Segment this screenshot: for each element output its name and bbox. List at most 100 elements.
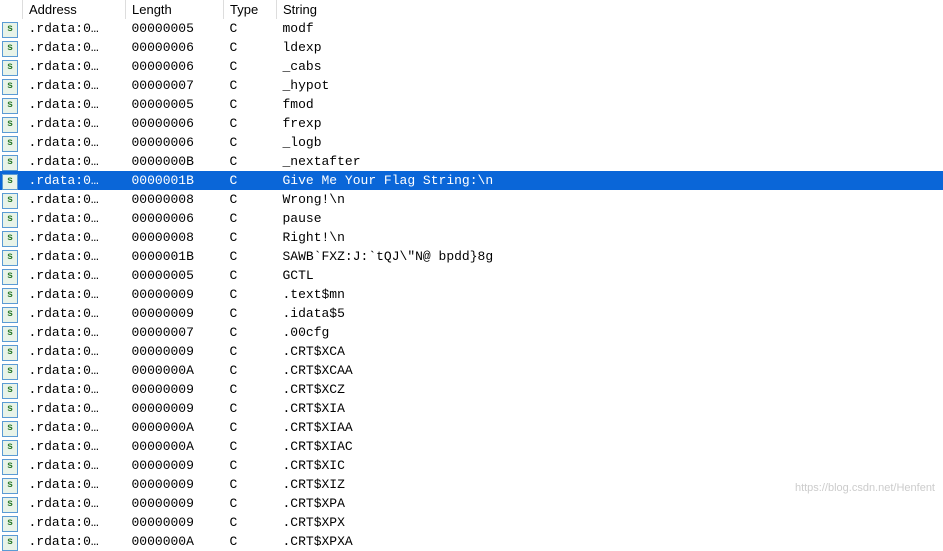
table-row[interactable]: s.rdata:0…00000007C.00cfg xyxy=(0,323,943,342)
cell-string: ldexp xyxy=(277,38,943,57)
string-icon: s xyxy=(2,535,18,551)
cell-type: C xyxy=(224,133,277,152)
cell-length: 00000006 xyxy=(126,57,224,76)
string-icon: s xyxy=(2,364,18,380)
table-row[interactable]: s.rdata:0…00000006C_cabs xyxy=(0,57,943,76)
row-icon-cell: s xyxy=(0,418,23,437)
cell-address: .rdata:0… xyxy=(23,266,126,285)
table-row[interactable]: s.rdata:0…0000000BC_nextafter xyxy=(0,152,943,171)
cell-type: C xyxy=(224,114,277,133)
string-icon: s xyxy=(2,174,18,190)
cell-address: .rdata:0… xyxy=(23,152,126,171)
cell-type: C xyxy=(224,95,277,114)
cell-string: .CRT$XIZ xyxy=(277,475,943,494)
header-length[interactable]: Length xyxy=(126,0,224,19)
cell-type: C xyxy=(224,532,277,551)
cell-address: .rdata:0… xyxy=(23,456,126,475)
row-icon-cell: s xyxy=(0,190,23,209)
table-row[interactable]: s.rdata:0…0000001BCSAWB`FXZ:J:`tQJ\"N@ b… xyxy=(0,247,943,266)
table-row[interactable]: s.rdata:0…0000001BCGive Me Your Flag Str… xyxy=(0,171,943,190)
cell-string: _nextafter xyxy=(277,152,943,171)
table-row[interactable]: s.rdata:0…00000009C.CRT$XIC xyxy=(0,456,943,475)
cell-length: 00000009 xyxy=(126,304,224,323)
cell-length: 00000007 xyxy=(126,323,224,342)
header-address[interactable]: Address xyxy=(23,0,126,19)
cell-address: .rdata:0… xyxy=(23,342,126,361)
cell-length: 00000005 xyxy=(126,266,224,285)
cell-address: .rdata:0… xyxy=(23,190,126,209)
table-row[interactable]: s.rdata:0…00000008CWrong!\n xyxy=(0,190,943,209)
cell-address: .rdata:0… xyxy=(23,475,126,494)
cell-type: C xyxy=(224,456,277,475)
row-icon-cell: s xyxy=(0,304,23,323)
row-icon-cell: s xyxy=(0,342,23,361)
row-icon-cell: s xyxy=(0,513,23,532)
string-icon: s xyxy=(2,383,18,399)
cell-address: .rdata:0… xyxy=(23,494,126,513)
table-row[interactable]: s.rdata:0…0000000AC.CRT$XIAC xyxy=(0,437,943,456)
cell-length: 00000005 xyxy=(126,19,224,38)
table-row[interactable]: s.rdata:0…0000000AC.CRT$XIAA xyxy=(0,418,943,437)
table-row[interactable]: s.rdata:0…00000008CRight!\n xyxy=(0,228,943,247)
cell-length: 00000008 xyxy=(126,228,224,247)
string-icon: s xyxy=(2,497,18,513)
table-row[interactable]: s.rdata:0…00000009C.CRT$XIA xyxy=(0,399,943,418)
cell-address: .rdata:0… xyxy=(23,95,126,114)
table-row[interactable]: s.rdata:0…00000009C.CRT$XCA xyxy=(0,342,943,361)
table-row[interactable]: s.rdata:0…00000006C_logb xyxy=(0,133,943,152)
cell-type: C xyxy=(224,361,277,380)
header-string[interactable]: String xyxy=(277,0,943,19)
cell-address: .rdata:0… xyxy=(23,285,126,304)
string-icon: s xyxy=(2,212,18,228)
table-row[interactable]: s .rdata:0…00000009C.CRT$XPA xyxy=(0,494,943,513)
string-icon: s xyxy=(2,326,18,342)
cell-type: C xyxy=(224,171,277,190)
string-icon: s xyxy=(2,402,18,418)
row-icon-cell: s xyxy=(0,95,23,114)
cell-string: pause xyxy=(277,209,943,228)
table-row[interactable]: s.rdata:0…00000005CGCTL xyxy=(0,266,943,285)
table-row[interactable]: s.rdata:0…00000009C.CRT$XIZ xyxy=(0,475,943,494)
header-type[interactable]: Type xyxy=(224,0,277,19)
cell-string: _cabs xyxy=(277,57,943,76)
cell-string: .CRT$XCA xyxy=(277,342,943,361)
table-row[interactable]: s.rdata:0…0000000AC.CRT$XPXA xyxy=(0,532,943,551)
cell-type: C xyxy=(224,494,277,513)
string-icon: s xyxy=(2,288,18,304)
cell-type: C xyxy=(224,513,277,532)
string-icon: s xyxy=(2,231,18,247)
row-icon-cell: s xyxy=(0,361,23,380)
cell-address: .rdata:0… xyxy=(23,304,126,323)
string-icon: s xyxy=(2,41,18,57)
table-row[interactable]: s.rdata:0…00000009C.idata$5 xyxy=(0,304,943,323)
cell-address: .rdata:0… xyxy=(23,171,126,190)
cell-string: .CRT$XPA xyxy=(277,494,943,513)
cell-length: 00000006 xyxy=(126,114,224,133)
table-row[interactable]: s.rdata:0…0000000AC.CRT$XCAA xyxy=(0,361,943,380)
table-row[interactable]: s.rdata:0…00000009C.CRT$XCZ xyxy=(0,380,943,399)
table-row[interactable]: s.rdata:0…00000006Cldexp xyxy=(0,38,943,57)
cell-length: 00000009 xyxy=(126,380,224,399)
cell-length: 00000009 xyxy=(126,399,224,418)
table-row[interactable]: s.rdata:0…00000009C.CRT$XPX xyxy=(0,513,943,532)
cell-type: C xyxy=(224,323,277,342)
cell-length: 00000005 xyxy=(126,95,224,114)
cell-address: .rdata:0… xyxy=(23,209,126,228)
cell-address: .rdata:0… xyxy=(23,361,126,380)
cell-type: C xyxy=(224,190,277,209)
table-row[interactable]: s.rdata:0…00000005Cfmod xyxy=(0,95,943,114)
string-icon: s xyxy=(2,269,18,285)
row-icon-cell: s xyxy=(0,456,23,475)
cell-type: C xyxy=(224,19,277,38)
table-row[interactable]: s.rdata:0…00000005Cmodf xyxy=(0,19,943,38)
cell-length: 00000008 xyxy=(126,190,224,209)
cell-string: fmod xyxy=(277,95,943,114)
table-row[interactable]: s.rdata:0…00000009C.text$mn xyxy=(0,285,943,304)
table-row[interactable]: s.rdata:0…00000007C_hypot xyxy=(0,76,943,95)
cell-length: 00000009 xyxy=(126,494,224,513)
cell-length: 00000009 xyxy=(126,285,224,304)
table-row[interactable]: s.rdata:0…00000006Cpause xyxy=(0,209,943,228)
table-row[interactable]: s.rdata:0…00000006Cfrexp xyxy=(0,114,943,133)
cell-string: .CRT$XCAA xyxy=(277,361,943,380)
cell-length: 0000001B xyxy=(126,171,224,190)
